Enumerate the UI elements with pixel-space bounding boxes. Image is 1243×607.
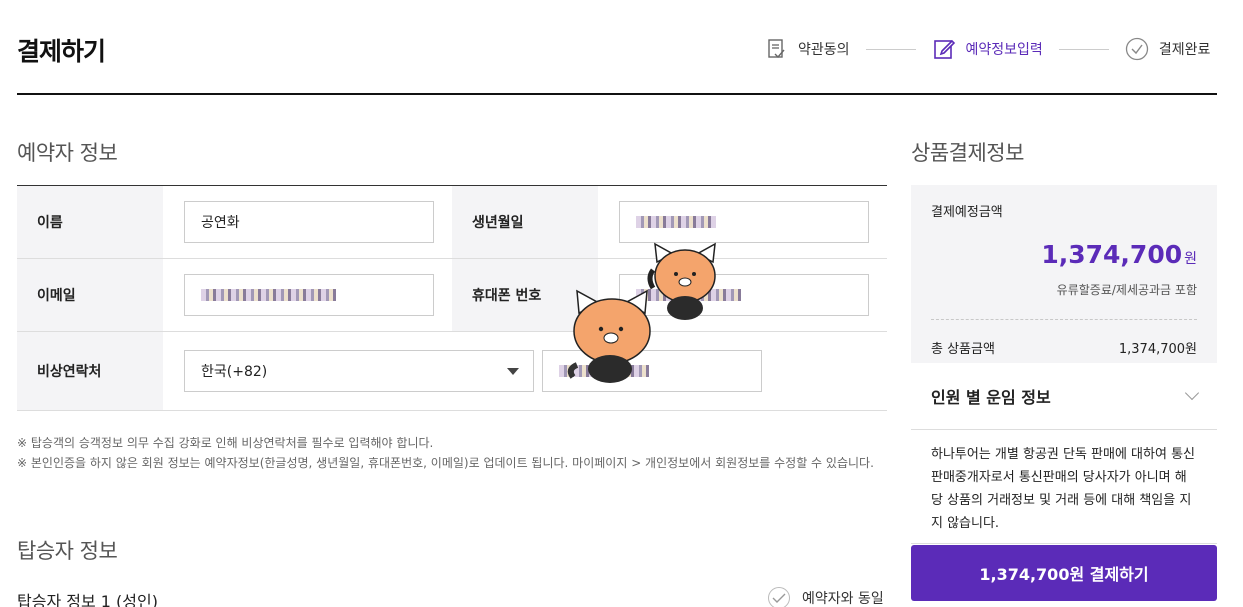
booker-form: 이름 공연화 생년월일 이메일 휴대폰 번호 비상연락처 한국(+82) xyxy=(17,185,887,411)
total-value: 1,374,700원 xyxy=(1118,342,1197,357)
birth-label: 생년월일 xyxy=(452,186,598,258)
edit-icon xyxy=(932,37,956,61)
step-label: 결제완료 xyxy=(1158,42,1211,58)
country-code-select[interactable]: 한국(+82) xyxy=(184,350,534,392)
email-label: 이메일 xyxy=(17,259,163,331)
booker-section-title: 예약자 정보 xyxy=(17,141,118,165)
birthdate-input[interactable] xyxy=(619,201,869,243)
notice-line: ※ 탑승객의 승객정보 의무 수집 강화로 인해 비상연락처를 필수로 입력해야… xyxy=(17,436,434,450)
passenger-section-title: 탑승자 정보 xyxy=(17,539,118,563)
name-label: 이름 xyxy=(17,186,163,258)
masked-value xyxy=(636,216,716,228)
check-circle-icon xyxy=(1125,37,1149,61)
country-code-value: 한국(+82) xyxy=(201,364,268,380)
disclaimer-text: 하나투어는 개별 항공권 단독 판매에 대하여 통신판매중개자로서 통신판매의 … xyxy=(911,430,1217,544)
step-divider xyxy=(865,48,916,50)
page-title: 결제하기 xyxy=(17,37,106,66)
name-input[interactable]: 공연화 xyxy=(184,201,434,243)
step-terms: 약관동의 xyxy=(764,37,850,61)
notice-line: ※ 본인인증을 하지 않은 회원 정보는 예약자정보(한글성명, 생년월일, 휴… xyxy=(17,456,874,470)
form-row-emergency: 비상연락처 한국(+82) xyxy=(17,332,887,411)
form-row-email: 이메일 휴대폰 번호 xyxy=(17,259,887,332)
step-label: 약관동의 xyxy=(798,42,850,58)
pay-button[interactable]: 1,374,700원 결제하기 xyxy=(911,545,1217,601)
check-icon xyxy=(768,587,790,607)
dashed-divider xyxy=(931,319,1197,320)
payment-summary: 결제예정금액 1,374,700 원 유류할증료/제세공과금 포함 총 상품금액 … xyxy=(911,185,1217,544)
step-divider xyxy=(1058,48,1109,50)
email-input[interactable] xyxy=(184,274,434,316)
notice-text: ※ 탑승객의 승객정보 의무 수집 강화로 인해 비상연락처를 필수로 입력해야… xyxy=(17,433,887,473)
expected-amount: 1,374,700 원 xyxy=(931,240,1197,269)
currency-unit: 원 xyxy=(1184,251,1197,267)
amount-box: 결제예정금액 1,374,700 원 유류할증료/제세공과금 포함 총 상품금액 … xyxy=(911,185,1217,363)
fare-by-person-accordion[interactable]: 인원 별 운임 정보 xyxy=(911,363,1217,430)
step-label: 예약정보입력 xyxy=(965,42,1043,58)
document-check-icon xyxy=(764,37,788,61)
progress-steps: 약관동의 예약정보입력 결제완료 xyxy=(764,36,1210,62)
amount-note: 유류할증료/제세공과금 포함 xyxy=(1056,283,1197,297)
form-row-name: 이름 공연화 생년월일 xyxy=(17,186,887,259)
expected-amount-value: 1,374,700 xyxy=(1041,240,1183,269)
same-as-booker-checkbox[interactable]: 예약자와 동일 xyxy=(768,587,884,607)
passenger-sub-title: 탑승자 정보 1 (성인) xyxy=(17,592,158,607)
caret-down-icon xyxy=(507,367,519,375)
step-booking-info: 예약정보입력 xyxy=(932,37,1043,61)
same-as-booker-label: 예약자와 동일 xyxy=(802,591,884,607)
emergency-label: 비상연락처 xyxy=(17,332,163,410)
masked-value xyxy=(201,289,336,301)
total-label: 총 상품금액 xyxy=(931,342,995,357)
sticker-image xyxy=(567,289,651,383)
accordion-label: 인원 별 운임 정보 xyxy=(931,388,1051,407)
header-divider xyxy=(17,93,1217,95)
step-complete: 결제완료 xyxy=(1125,37,1211,61)
expected-amount-label: 결제예정금액 xyxy=(931,205,1003,220)
payment-section-title: 상품결제정보 xyxy=(911,141,1024,165)
total-row: 총 상품금액 1,374,700원 xyxy=(931,338,1197,357)
chevron-down-icon xyxy=(1184,385,1200,401)
